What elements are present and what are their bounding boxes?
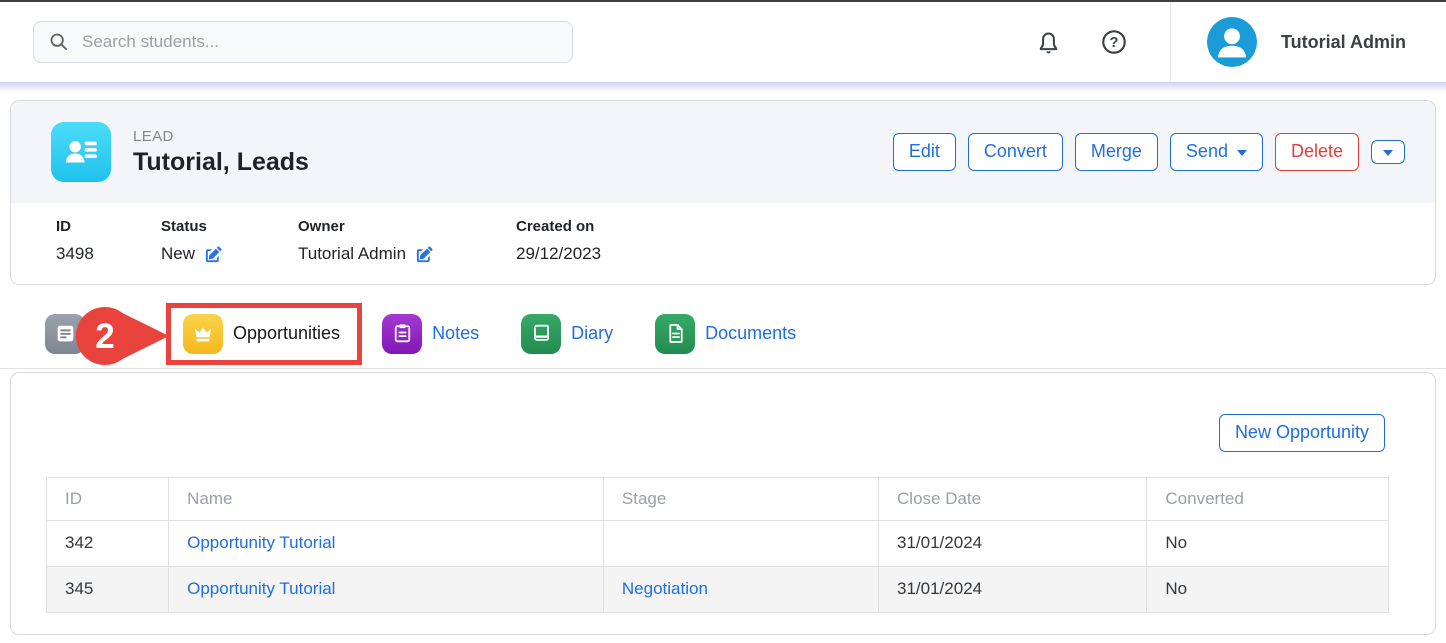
delete-button[interactable]: Delete	[1275, 133, 1359, 171]
bell-icon	[1035, 29, 1062, 56]
opportunity-link[interactable]: Opportunity Tutorial	[187, 533, 335, 552]
meta-label: Status	[161, 218, 288, 235]
svg-text:?: ?	[1110, 35, 1119, 51]
new-opportunity-button[interactable]: New Opportunity	[1219, 414, 1385, 452]
summary-icon	[45, 314, 85, 354]
table-header-row: ID Name Stage Close Date Converted	[47, 477, 1389, 520]
record-type-label: LEAD	[133, 128, 309, 145]
meta-field-id: ID 3498	[56, 218, 161, 264]
step-number: 2	[95, 317, 114, 356]
document-icon	[655, 314, 695, 354]
tab-opportunities[interactable]: Opportunities	[183, 314, 340, 354]
column-header-name: Name	[169, 477, 604, 520]
stage-link[interactable]: Negotiation	[622, 579, 708, 598]
meta-field-created: Created on 29/12/2023	[516, 218, 611, 264]
opportunities-table: ID Name Stage Close Date Converted 342 O…	[46, 477, 1389, 613]
topbar-divider	[1170, 2, 1171, 82]
more-actions-button[interactable]	[1371, 140, 1405, 164]
edit-status-icon[interactable]	[204, 245, 223, 264]
table-row: 345 Opportunity Tutorial Negotiation 31/…	[47, 566, 1389, 612]
tab-summary[interactable]	[45, 314, 85, 354]
cell-close-date: 31/01/2024	[879, 566, 1147, 612]
tab-notes[interactable]: Notes	[382, 314, 479, 354]
cell-close-date: 31/01/2024	[879, 520, 1147, 566]
edit-button[interactable]: Edit	[893, 133, 956, 171]
chevron-down-icon	[1237, 150, 1247, 156]
meta-value: New	[161, 244, 288, 264]
merge-button[interactable]: Merge	[1075, 133, 1158, 171]
notifications-button[interactable]	[1035, 29, 1062, 56]
send-button[interactable]: Send	[1170, 133, 1263, 171]
cell-id: 345	[47, 566, 169, 612]
topbar: ? Tutorial Admin	[0, 2, 1446, 82]
tab-label: Opportunities	[233, 323, 340, 344]
column-header-stage: Stage	[603, 477, 878, 520]
crown-icon	[183, 314, 223, 354]
tab-label: Documents	[705, 323, 796, 344]
column-header-close-date: Close Date	[879, 477, 1147, 520]
chevron-down-icon	[1383, 150, 1393, 156]
cell-converted: No	[1147, 566, 1389, 612]
tab-diary[interactable]: Diary	[521, 314, 613, 354]
lead-card: LEAD Tutorial, Leads Edit Convert Merge …	[10, 100, 1436, 285]
column-header-converted: Converted	[1147, 477, 1389, 520]
search-icon	[48, 31, 70, 53]
meta-value: 29/12/2023	[516, 244, 601, 264]
search-box[interactable]	[33, 21, 573, 63]
meta-label: Created on	[516, 218, 601, 235]
meta-value: Tutorial Admin	[298, 244, 506, 264]
help-button[interactable]: ?	[1100, 28, 1128, 56]
table-row: 342 Opportunity Tutorial 31/01/2024 No	[47, 520, 1389, 566]
opportunities-panel: New Opportunity ID Name Stage Close Date…	[10, 372, 1436, 635]
user-name[interactable]: Tutorial Admin	[1281, 32, 1406, 53]
tab-label: Diary	[571, 323, 613, 344]
meta-label: ID	[56, 218, 151, 235]
cell-stage	[603, 520, 878, 566]
user-avatar[interactable]	[1207, 17, 1257, 67]
step-annotation-arrow: 2	[76, 306, 172, 371]
column-header-id: ID	[47, 477, 169, 520]
help-icon: ?	[1100, 28, 1128, 56]
lead-contact-icon	[51, 122, 111, 182]
meta-field-owner: Owner Tutorial Admin	[298, 218, 516, 264]
topbar-shadow	[0, 82, 1446, 92]
convert-button[interactable]: Convert	[968, 133, 1063, 171]
book-icon	[521, 314, 561, 354]
annotation-highlight-box: Opportunities	[166, 303, 362, 365]
edit-owner-icon[interactable]	[415, 245, 434, 264]
clipboard-icon	[382, 314, 422, 354]
page-title: Tutorial, Leads	[133, 148, 309, 177]
tab-label: Notes	[432, 323, 479, 344]
topbar-right: ? Tutorial Admin	[1035, 2, 1446, 82]
opportunity-link[interactable]: Opportunity Tutorial	[187, 579, 335, 598]
search-input[interactable]	[82, 32, 558, 52]
cell-id: 342	[47, 520, 169, 566]
meta-field-status: Status New	[161, 218, 298, 264]
lead-header: LEAD Tutorial, Leads Edit Convert Merge …	[11, 101, 1435, 203]
tab-documents[interactable]: Documents	[655, 314, 796, 354]
meta-value: 3498	[56, 244, 151, 264]
meta-label: Owner	[298, 218, 506, 235]
lead-meta: ID 3498 Status New Owner	[11, 203, 1435, 284]
cell-converted: No	[1147, 520, 1389, 566]
tab-bar: 2 Opportunities Notes	[0, 285, 1446, 369]
lead-actions: Edit Convert Merge Send Delete	[893, 133, 1405, 171]
